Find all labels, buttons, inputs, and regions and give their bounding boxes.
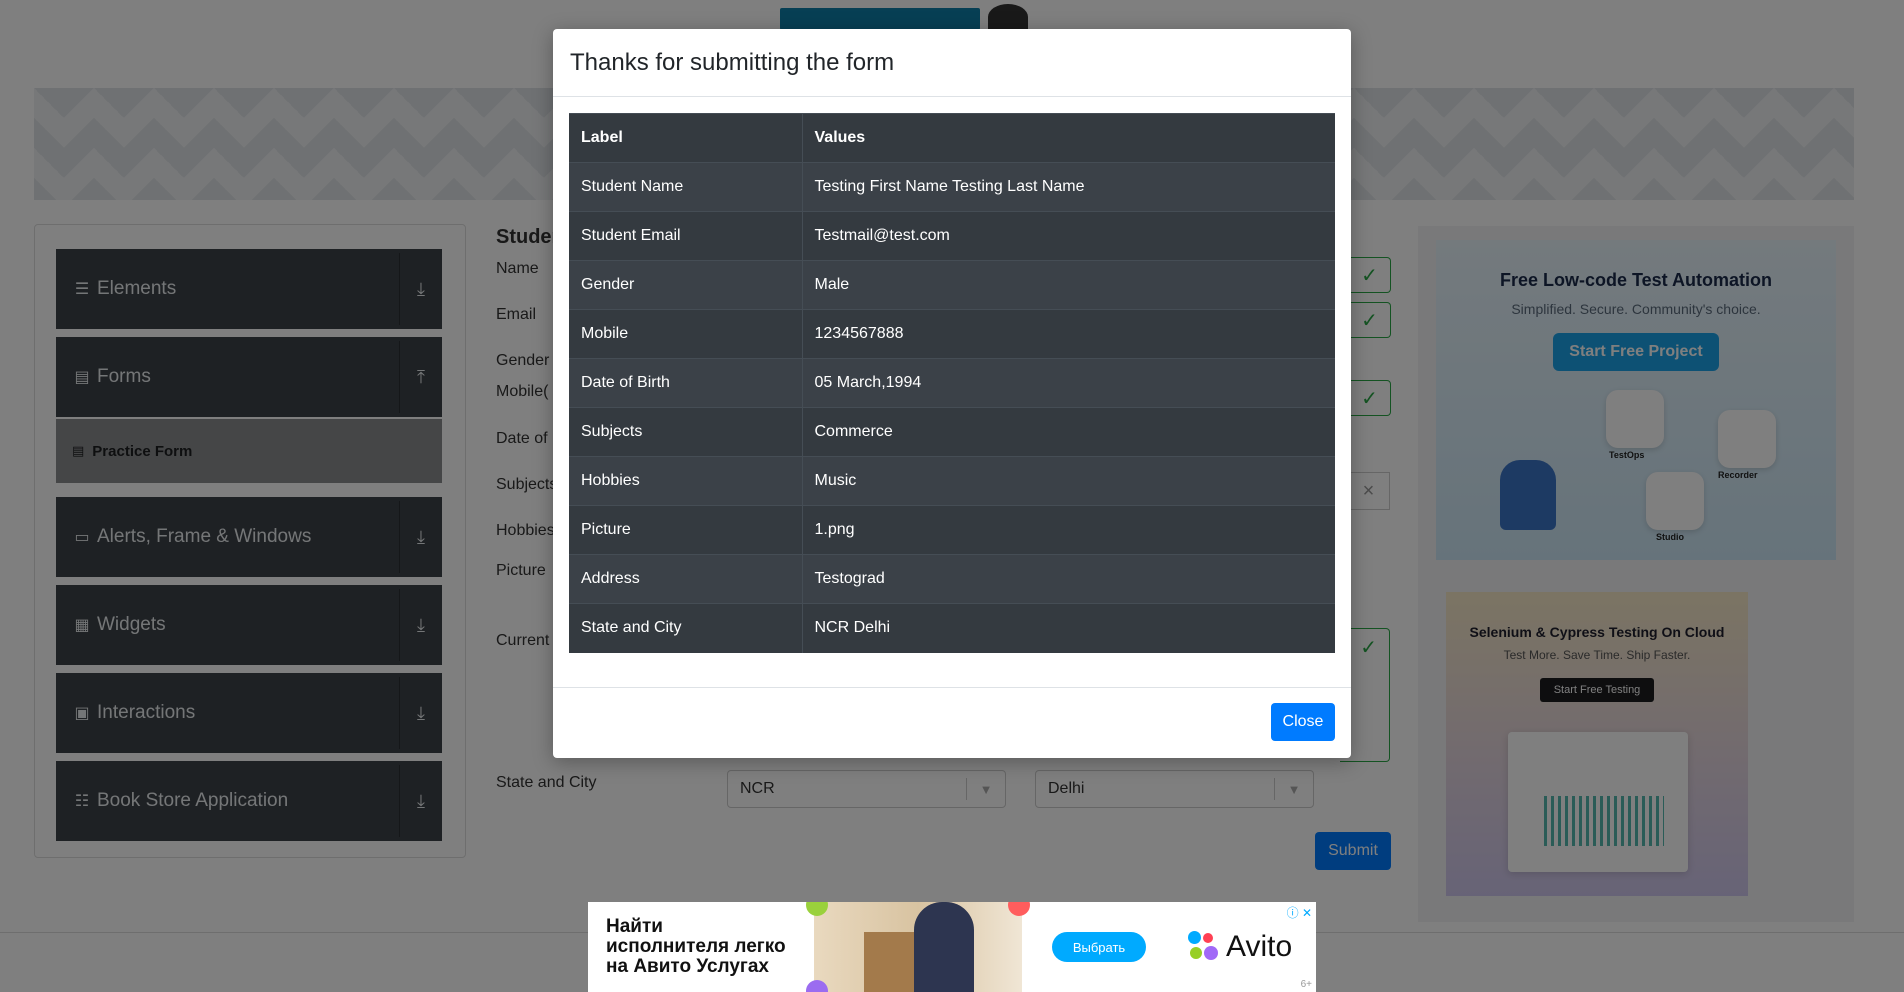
modal-header: Thanks for submitting the form <box>553 29 1351 97</box>
row-value: Testmail@test.com <box>802 211 1335 261</box>
row-label: Address <box>569 554 803 604</box>
modal-body: Label Values Student Name Testing First N… <box>553 97 1351 653</box>
row-label: Hobbies <box>569 456 803 506</box>
decor-circle <box>806 902 828 916</box>
submission-modal: Thanks for submitting the form Label Val… <box>553 29 1351 758</box>
ad-text-line: на Авито Услугах <box>606 956 769 977</box>
table-row: Mobile 1234567888 <box>569 309 1335 359</box>
row-label: Student Email <box>569 211 803 261</box>
row-label: Gender <box>569 260 803 310</box>
row-label: Student Name <box>569 162 803 212</box>
decor-circle <box>1008 902 1030 916</box>
row-label: State and City <box>569 603 803 653</box>
bottom-banner-ad[interactable]: Найти исполнителя легко на Авито Услугах… <box>588 902 1316 992</box>
row-label: Date of Birth <box>569 358 803 408</box>
table-header-row: Label Values <box>569 113 1335 163</box>
ad-choose-button[interactable]: Выбрать <box>1052 932 1146 962</box>
ad-photo <box>806 902 1030 992</box>
table-row: Gender Male <box>569 260 1335 310</box>
row-label: Mobile <box>569 309 803 359</box>
column-header: Label <box>569 113 803 163</box>
age-rating: 6+ <box>1300 979 1312 990</box>
submission-table: Label Values Student Name Testing First N… <box>569 113 1335 653</box>
row-value: Testograd <box>802 554 1335 604</box>
row-value: 1234567888 <box>802 309 1335 359</box>
table-row: Student Email Testmail@test.com <box>569 211 1335 261</box>
table-row: Subjects Commerce <box>569 407 1335 457</box>
table-row: State and City NCR Delhi <box>569 603 1335 653</box>
ad-text-line: Найти <box>606 916 663 937</box>
table-row: Student Name Testing First Name Testing L… <box>569 162 1335 212</box>
close-button[interactable]: Close <box>1271 703 1335 741</box>
row-value: Music <box>802 456 1335 506</box>
ad-text: Найти исполнителя легко на Авито Услугах <box>588 917 814 977</box>
row-value: 1.png <box>802 505 1335 555</box>
row-value: Commerce <box>802 407 1335 457</box>
ad-text-line: исполнителя легко <box>606 936 786 957</box>
row-value: Male <box>802 260 1335 310</box>
avito-dots-icon <box>1188 931 1220 963</box>
table-row: Address Testograd <box>569 554 1335 604</box>
row-label: Picture <box>569 505 803 555</box>
row-value: NCR Delhi <box>802 603 1335 653</box>
person-illustration <box>914 902 974 992</box>
avito-logo: Avito <box>1188 930 1292 964</box>
table-row: Picture 1.png <box>569 505 1335 555</box>
row-label: Subjects <box>569 407 803 457</box>
avito-wordmark: Avito <box>1226 930 1293 963</box>
row-value: Testing First Name Testing Last Name <box>802 162 1335 212</box>
ad-close-icon[interactable]: ⓘ ✕ <box>1287 904 1312 921</box>
row-value: 05 March,1994 <box>802 358 1335 408</box>
modal-title: Thanks for submitting the form <box>570 48 895 76</box>
table-row: Hobbies Music <box>569 456 1335 506</box>
decor-circle <box>806 980 828 992</box>
column-header: Values <box>802 113 1335 163</box>
table-row: Date of Birth 05 March,1994 <box>569 358 1335 408</box>
modal-footer: Close <box>553 687 1351 758</box>
